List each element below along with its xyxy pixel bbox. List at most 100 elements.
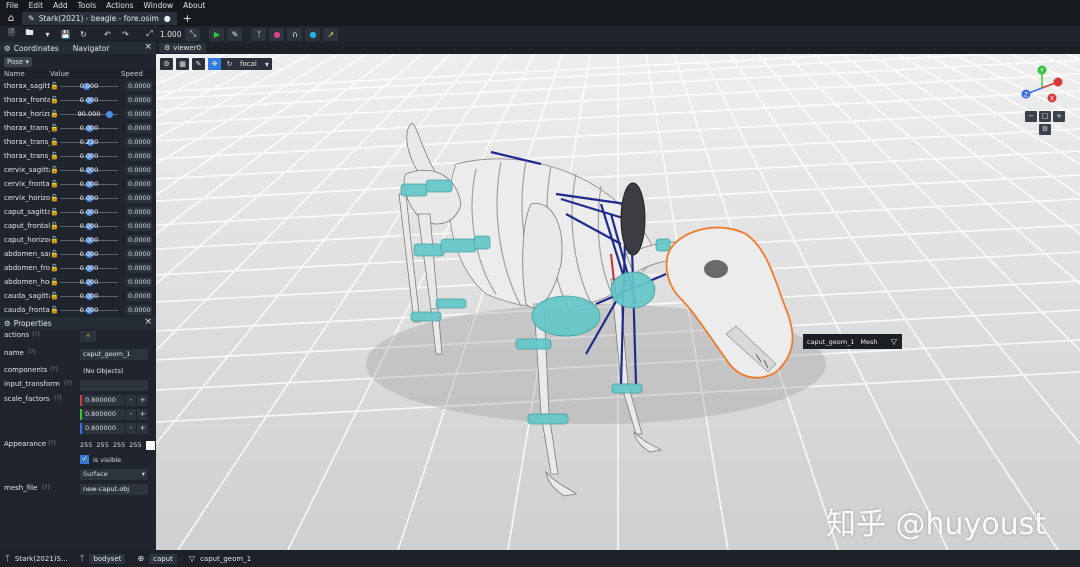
coordinate-speed[interactable]: 0.0000: [126, 123, 152, 133]
lock-icon[interactable]: 🔓: [50, 96, 59, 104]
frame-icon[interactable]: ᛉ: [251, 27, 267, 41]
scene-canvas[interactable]: [156, 54, 1080, 550]
breadcrumb-geometry[interactable]: ▽ caput_geom_1: [189, 554, 251, 563]
coordinate-row[interactable]: caput_sagittal 🔓 0.000 0.0000: [0, 205, 156, 219]
color-a[interactable]: 255: [129, 441, 141, 450]
coordinate-slider[interactable]: 0.000: [58, 82, 120, 91]
color-swatch[interactable]: [145, 441, 155, 450]
coordinate-row[interactable]: caput_horizontal🔓 0.000 0.0000: [0, 233, 156, 247]
layers-icon[interactable]: ▦: [176, 58, 189, 70]
coordinate-speed[interactable]: 0.0000: [126, 109, 152, 119]
coordinate-speed[interactable]: 0.0000: [126, 95, 152, 105]
coordinate-speed[interactable]: 0.0000: [126, 193, 152, 203]
scale-value[interactable]: 1.000: [160, 30, 181, 39]
coordinate-row[interactable]: abdomen_frontal🔓 0.000 0.0000: [0, 261, 156, 275]
joint-icon[interactable]: ∩: [287, 27, 303, 41]
lock-icon[interactable]: 🔓: [50, 222, 59, 230]
coordinate-speed[interactable]: 0.0000: [126, 179, 152, 189]
lock-icon[interactable]: 🔓: [50, 166, 59, 174]
home-icon[interactable]: ⌂: [0, 11, 22, 26]
menu-about[interactable]: About: [183, 1, 205, 10]
coordinate-speed[interactable]: 0.0000: [126, 151, 152, 161]
viewer-tab[interactable]: ⚙ viewer0: [159, 43, 207, 53]
appearance-color[interactable]: 255 255 255 255: [80, 441, 159, 450]
coordinate-slider[interactable]: 0.000: [58, 166, 120, 175]
scale-factor-x-value[interactable]: 0.800000: [81, 395, 125, 406]
rotate-icon[interactable]: ↻: [223, 58, 236, 70]
coordinate-speed[interactable]: 0.0000: [126, 81, 152, 91]
lock-icon[interactable]: 🔓: [50, 152, 59, 160]
coordinate-slider[interactable]: 0.000: [58, 96, 120, 105]
new-tab-button[interactable]: +: [183, 12, 192, 25]
reload-icon[interactable]: ↻: [76, 28, 91, 41]
coordinate-row[interactable]: abdomen_horizontal🔓 0.000 0.0000: [0, 275, 156, 289]
coordinate-slider[interactable]: 0.000: [58, 180, 120, 189]
ruler-icon[interactable]: ✎: [192, 58, 205, 70]
coordinate-row[interactable]: cervix_horizontal🔓 0.000 0.0000: [0, 191, 156, 205]
coordinate-speed[interactable]: 0.0000: [126, 207, 152, 217]
input-transform-field[interactable]: [80, 380, 148, 391]
coordinate-slider[interactable]: 0.000: [58, 222, 120, 231]
coordinate-row[interactable]: thorax_trans_z🔓 0.000 0.0000: [0, 149, 156, 163]
coordinate-slider[interactable]: 0.000: [58, 152, 120, 161]
coordinate-slider[interactable]: 0.230: [58, 138, 120, 147]
dropdown-icon[interactable]: ▾: [40, 28, 55, 41]
lock-icon[interactable]: 🔓: [50, 250, 59, 258]
navigator-tab[interactable]: Navigator: [73, 44, 110, 53]
help-icon[interactable]: (?): [32, 331, 40, 338]
name-field[interactable]: caput_geom_1: [80, 349, 148, 360]
zoom-out-icon[interactable]: −: [1025, 111, 1037, 122]
breadcrumb-model[interactable]: ᛉ Stark(2021)S...: [5, 554, 68, 563]
breadcrumb-bodyset[interactable]: ᛉ bodyset: [80, 553, 126, 564]
menu-file[interactable]: File: [6, 1, 19, 10]
lock-icon[interactable]: 🔓: [50, 124, 59, 132]
coordinate-slider[interactable]: 0.000: [58, 292, 120, 301]
translate-icon[interactable]: ✥: [208, 58, 221, 70]
help-icon[interactable]: (?): [42, 484, 50, 491]
coordinate-speed[interactable]: 0.0000: [126, 137, 152, 147]
decrement-button[interactable]: -: [125, 409, 137, 420]
zoom-fit-icon[interactable]: □: [1039, 111, 1051, 122]
menu-tools[interactable]: Tools: [78, 1, 96, 10]
representation-dropdown[interactable]: Surface ▾: [80, 469, 148, 480]
scale-factor-y-value[interactable]: 0.800000: [81, 409, 125, 420]
coordinate-row[interactable]: abdomen_sagittal🔓 0.000 0.0000: [0, 247, 156, 261]
lock-icon[interactable]: 🔓: [50, 194, 59, 202]
coordinate-row[interactable]: thorax_horizontal🔓 90.000 0.0000: [0, 107, 156, 121]
zoom-in-icon[interactable]: +: [1053, 111, 1065, 122]
chevron-down-icon[interactable]: ▾: [265, 60, 269, 69]
coordinate-row[interactable]: cervix_frontal 🔓 0.000 0.0000: [0, 177, 156, 191]
menu-window[interactable]: Window: [144, 1, 174, 10]
coordinate-slider[interactable]: 0.000: [58, 278, 120, 287]
breadcrumb-body[interactable]: ⊕ caput: [137, 553, 177, 564]
coordinate-row[interactable]: thorax_frontal 🔓 0.000 0.0000: [0, 93, 156, 107]
pose-dropdown[interactable]: Pose ▾: [4, 56, 32, 67]
axes-gizmo[interactable]: Y Z X: [1018, 64, 1066, 112]
is-visible-checkbox[interactable]: ✓ is visible: [80, 455, 121, 464]
scale-factor-z-value[interactable]: 0.800000: [81, 423, 125, 434]
coordinate-slider[interactable]: 0.000: [58, 250, 120, 259]
menu-add[interactable]: Add: [53, 1, 68, 10]
coordinate-speed[interactable]: 0.0000: [126, 249, 152, 259]
coordinate-slider[interactable]: 0.000: [58, 264, 120, 273]
file-tab[interactable]: ✎ Stark(2021) - beagle - fore.osim ●: [22, 12, 177, 25]
color-b[interactable]: 255: [113, 441, 125, 450]
body-icon[interactable]: ●: [269, 27, 285, 41]
coordinate-slider[interactable]: 0.000: [58, 194, 120, 203]
coordinate-slider[interactable]: 0.000: [58, 208, 120, 217]
3d-viewport[interactable]: ⚙ ▦ ✎ ✥ ↻ focal ▾ Y Z X − □ + ⚙ caput_ge…: [156, 54, 1080, 550]
coordinate-row[interactable]: thorax_trans_x🔓 0.000 0.0000: [0, 121, 156, 135]
coordinate-speed[interactable]: 0.0000: [126, 305, 152, 315]
mesh-file-field[interactable]: new-caput.obj: [80, 484, 148, 495]
x-axis-handle-pos[interactable]: [1053, 77, 1063, 87]
save-icon[interactable]: 💾: [58, 28, 73, 41]
lock-icon[interactable]: 🔓: [50, 138, 59, 146]
coordinate-speed[interactable]: 0.0000: [126, 277, 152, 287]
increment-button[interactable]: +: [137, 395, 148, 406]
coordinate-row[interactable]: cervix_sagittal 🔓 0.000 0.0000: [0, 163, 156, 177]
increment-button[interactable]: +: [137, 423, 148, 434]
muscle-icon[interactable]: ➚: [323, 27, 339, 41]
lock-icon[interactable]: 🔓: [50, 82, 59, 90]
coordinate-speed[interactable]: 0.0000: [126, 221, 152, 231]
edit-icon[interactable]: ✎: [227, 27, 243, 41]
